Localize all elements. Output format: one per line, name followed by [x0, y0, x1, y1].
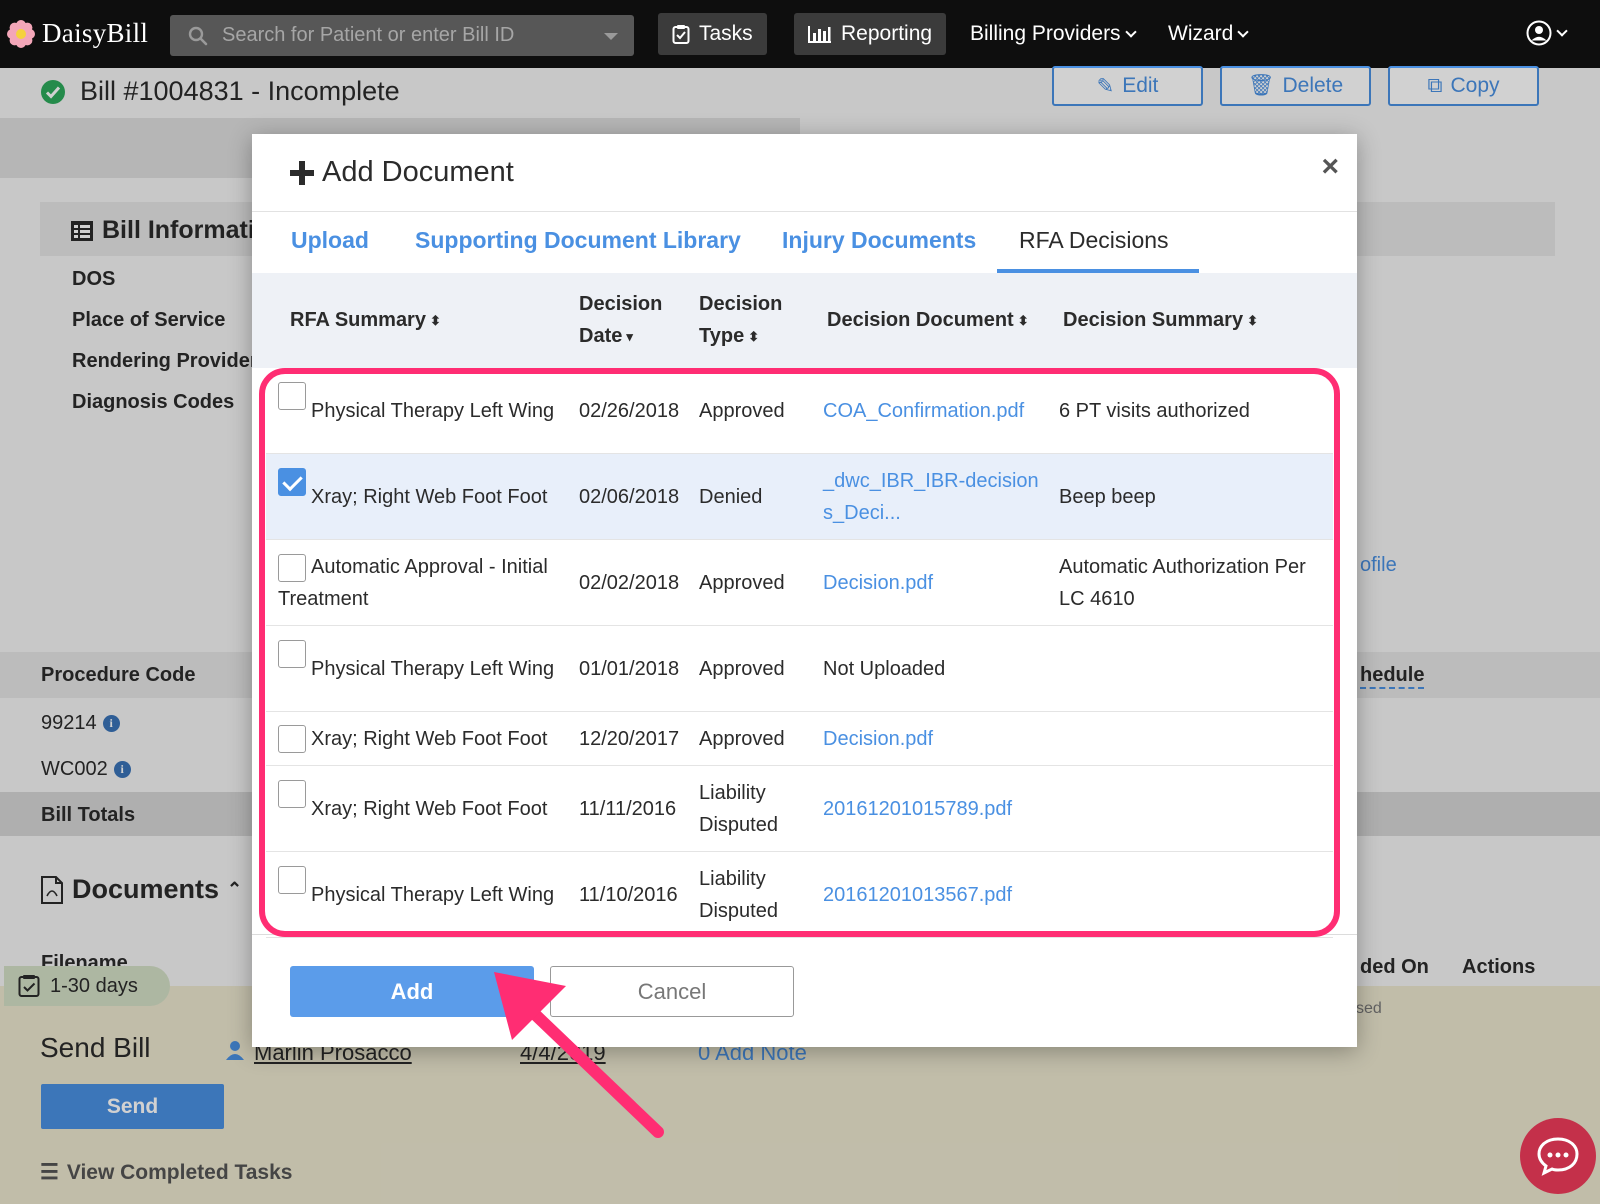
decision-document-header-label: Decision Document — [827, 309, 1014, 331]
search-input[interactable] — [222, 21, 562, 49]
document-source-tabs: Upload Supporting Document Library Injur… — [252, 213, 1357, 273]
reporting-button[interactable]: Reporting — [794, 13, 947, 55]
modal-header: Add Document × — [252, 134, 1357, 212]
decision-summary-column-header[interactable]: Decision Summary ⬍ — [1063, 304, 1258, 337]
sort-icon: ⬍ — [429, 313, 441, 328]
annotation-highlight-box — [259, 368, 1340, 937]
decision-date-header-line1: Decision — [579, 293, 663, 315]
chat-launcher-button[interactable] — [1520, 1118, 1596, 1194]
billing-providers-label: Billing Providers — [970, 22, 1121, 45]
top-navigation: DaisyBill Tasks Reporting Billing Provid… — [0, 0, 1600, 68]
close-icon[interactable]: × — [1321, 150, 1339, 184]
clipboard-check-icon — [672, 25, 690, 44]
modal-title-text: Add Document — [322, 156, 514, 188]
user-menu[interactable] — [1526, 20, 1568, 46]
bar-chart-icon — [808, 26, 831, 43]
chevron-down-icon — [1237, 25, 1250, 38]
sort-desc-icon: ▾ — [626, 329, 633, 344]
sort-icon: ⬍ — [1017, 313, 1029, 328]
modal-title: Add Document — [290, 156, 514, 189]
rfa-summary-column-header[interactable]: RFA Summary ⬍ — [290, 304, 441, 337]
plus-icon — [290, 160, 314, 185]
billing-providers-menu[interactable]: Billing Providers — [970, 22, 1137, 46]
decision-date-column-header[interactable]: Decision Date ▾ — [579, 288, 662, 353]
search-dropdown-caret-icon[interactable] — [604, 33, 618, 40]
tasks-label: Tasks — [699, 22, 753, 45]
modal-footer: Add Cancel — [252, 934, 1357, 1047]
wizard-menu[interactable]: Wizard — [1168, 22, 1250, 46]
tab-upload[interactable]: Upload — [291, 227, 369, 254]
daisy-logo-icon — [7, 19, 35, 48]
tasks-button[interactable]: Tasks — [658, 13, 767, 55]
decision-document-column-header[interactable]: Decision Document ⬍ — [827, 304, 1029, 337]
search-icon — [188, 26, 208, 46]
sort-icon: ⬍ — [1247, 313, 1258, 328]
patient-search[interactable] — [170, 15, 634, 56]
decision-date-header-line2: Date — [579, 325, 623, 347]
decision-type-header-line1: Decision — [699, 293, 783, 315]
user-avatar-icon — [1526, 20, 1552, 46]
chat-icon — [1537, 1137, 1579, 1176]
tab-supporting-document-library[interactable]: Supporting Document Library — [415, 227, 741, 254]
sort-icon: ⬍ — [748, 329, 760, 344]
chevron-down-icon — [1124, 25, 1137, 38]
tab-injury-documents[interactable]: Injury Documents — [782, 227, 976, 254]
chevron-down-icon — [1556, 24, 1568, 37]
annotation-arrow-icon — [494, 972, 664, 1138]
decision-type-column-header[interactable]: Decision Type ⬍ — [699, 288, 782, 353]
decision-summary-header-label: Decision Summary — [1063, 309, 1244, 331]
decision-type-header-line2: Type — [699, 325, 745, 347]
reporting-label: Reporting — [841, 22, 933, 45]
brand-logo[interactable]: DaisyBill — [6, 18, 148, 49]
tab-rfa-decisions[interactable]: RFA Decisions — [1019, 227, 1169, 254]
rfa-table-header: RFA Summary ⬍ Decision Date ▾ Decision Typ… — [252, 273, 1357, 368]
wizard-label: Wizard — [1168, 22, 1234, 45]
rfa-summary-header-label: RFA Summary — [290, 309, 426, 331]
brand-name: DaisyBill — [42, 18, 149, 48]
